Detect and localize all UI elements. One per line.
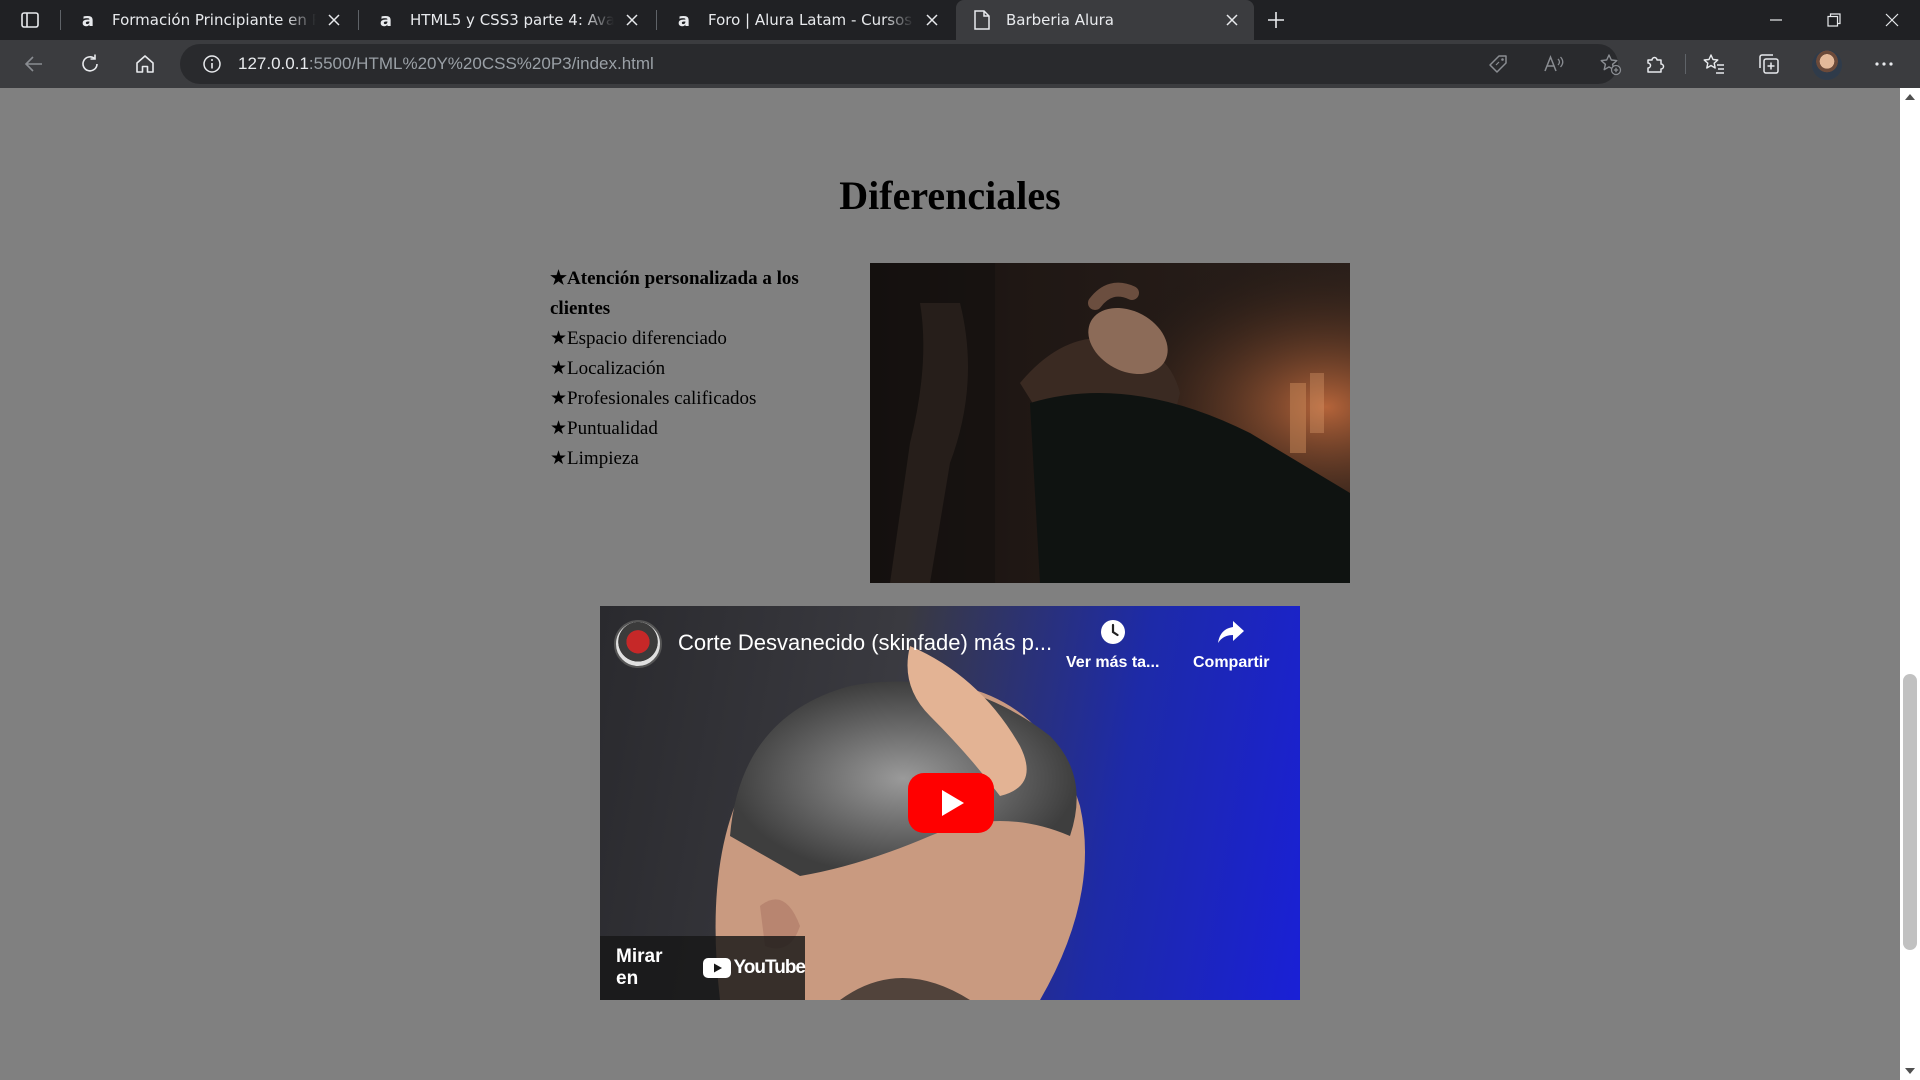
browser-toolbar: 127.0.0.1:5500/HTML%20Y%20CSS%20P3/index… [0, 40, 1920, 88]
page-scrollbar[interactable] [1900, 88, 1920, 1080]
url-path: :5500/HTML%20Y%20CSS%20P3/index.html [308, 54, 654, 73]
price-tag-icon[interactable] [1486, 52, 1510, 76]
feature-text: Localización [567, 358, 666, 379]
scroll-up-icon[interactable] [1905, 94, 1915, 100]
favorites-icon[interactable] [1700, 50, 1728, 78]
new-tab-icon[interactable] [1264, 8, 1288, 32]
play-icon [908, 773, 994, 833]
watch-on-youtube-button[interactable]: Mirar en YouTube [600, 936, 806, 1000]
star-icon: ★ [550, 358, 568, 379]
list-item: ★Espacio diferenciado [550, 324, 840, 354]
alura-icon: a [677, 9, 691, 31]
tab-strip: a Formación Principiante en Progr a HTML… [0, 0, 1920, 40]
watch-on-label: Mirar en [616, 946, 663, 989]
star-icon: ★ [550, 448, 568, 469]
feature-text: Atención personalizada a los clientes [550, 268, 799, 319]
list-item: ★Localización [550, 354, 840, 384]
clock-icon [1100, 620, 1125, 644]
share-label: Compartir [1193, 654, 1270, 671]
feature-text: Profesionales calificados [567, 388, 757, 409]
toolbar-divider [1685, 54, 1686, 74]
feature-text: Espacio diferenciado [567, 328, 727, 349]
profile-avatar[interactable] [1812, 50, 1842, 80]
minimize-icon[interactable] [1748, 0, 1804, 40]
star-icon: ★ [550, 328, 568, 349]
alura-icon: a [379, 9, 393, 31]
collections-icon[interactable] [1755, 50, 1783, 78]
watch-later-label: Ver más ta... [1066, 654, 1160, 671]
close-icon[interactable] [1222, 10, 1242, 30]
tab-separator [656, 10, 657, 30]
back-arrow-icon[interactable] [20, 50, 48, 78]
list-item: ★Atención personalizada a los clientes [550, 264, 840, 324]
tab-title: Foro | Alura Latam - Cursos onlin [708, 11, 914, 29]
tab-title: Formación Principiante en Progr [112, 11, 316, 29]
scrollbar-thumb[interactable] [1903, 674, 1917, 950]
close-icon[interactable] [324, 10, 344, 30]
section-title: Diferenciales [839, 173, 1061, 218]
address-bar[interactable]: 127.0.0.1:5500/HTML%20Y%20CSS%20P3/index… [180, 44, 1622, 84]
list-item: ★Limpieza [550, 444, 840, 474]
channel-avatar[interactable] [614, 620, 662, 668]
youtube-embed[interactable]: Corte Desvanecido (skinfade) más p... Ve… [600, 606, 1300, 1000]
features-list: ★Atención personalizada a los clientes ★… [550, 264, 840, 474]
more-options-icon[interactable] [1870, 50, 1898, 78]
scroll-down-icon[interactable] [1905, 1068, 1915, 1074]
site-info-icon[interactable] [200, 52, 224, 76]
tab-actions-icon[interactable] [18, 8, 42, 32]
video-title[interactable]: Corte Desvanecido (skinfade) más p... [678, 630, 1052, 656]
tab-formacion[interactable]: a Formación Principiante en Progr [62, 0, 356, 40]
close-icon[interactable] [622, 10, 642, 30]
restore-icon[interactable] [1806, 0, 1862, 40]
list-item: ★Profesionales calificados [550, 384, 840, 414]
tab-separator [358, 10, 359, 30]
feature-text: Limpieza [567, 448, 639, 469]
tab-title: HTML5 y CSS3 parte 4: Avanzand [410, 11, 614, 29]
watch-later-button[interactable]: Ver más ta... [1066, 618, 1159, 672]
tab-html5-css3[interactable]: a HTML5 y CSS3 parte 4: Avanzand [360, 0, 654, 40]
close-icon[interactable] [922, 10, 942, 30]
star-icon: ★ [550, 268, 568, 289]
read-aloud-icon[interactable] [1542, 52, 1566, 76]
star-icon: ★ [550, 388, 568, 409]
page-viewport: Diferenciales ★Atención personalizada a … [0, 88, 1900, 1080]
url-host: 127.0.0.1 [238, 54, 309, 73]
extensions-icon[interactable] [1641, 50, 1669, 78]
refresh-icon[interactable] [76, 50, 104, 78]
barber-photo [870, 263, 1350, 583]
play-button[interactable] [908, 773, 994, 833]
home-icon[interactable] [131, 50, 159, 78]
page-icon [970, 8, 994, 32]
add-favorite-icon[interactable] [1598, 52, 1622, 76]
star-icon: ★ [550, 418, 568, 439]
tab-title: Barberia Alura [1006, 11, 1114, 29]
list-item: ★Puntualidad [550, 414, 840, 444]
youtube-wordmark: YouTube [733, 957, 806, 978]
window-close-icon[interactable] [1864, 0, 1920, 40]
url-text[interactable]: 127.0.0.1:5500/HTML%20Y%20CSS%20P3/index… [238, 54, 654, 74]
tab-barberia-alura[interactable]: Barberia Alura [956, 0, 1254, 40]
youtube-logo: YouTube [702, 957, 806, 979]
feature-text: Puntualidad [567, 418, 658, 439]
alura-icon: a [81, 9, 95, 31]
youtube-icon [702, 958, 731, 978]
share-button[interactable]: Compartir [1193, 618, 1269, 672]
tab-foro-alura[interactable]: a Foro | Alura Latam - Cursos onlin [658, 0, 954, 40]
tab-separator [60, 10, 61, 30]
share-icon [1218, 621, 1245, 643]
